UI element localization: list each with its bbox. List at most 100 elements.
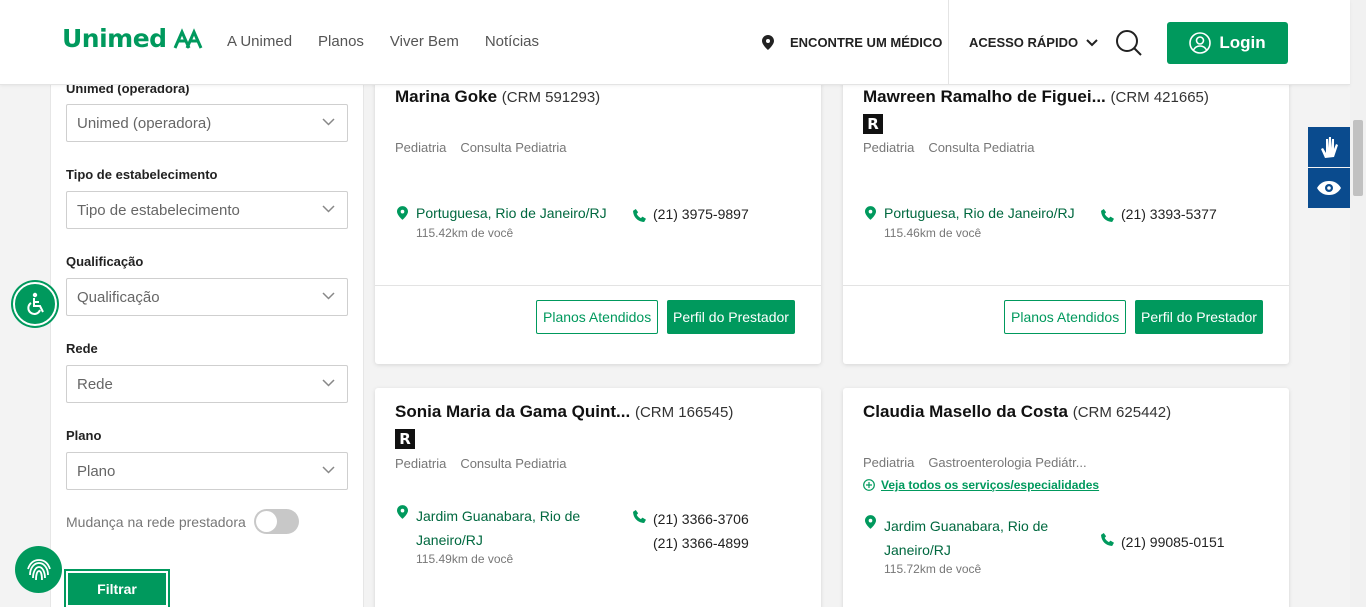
distance-text: 115.46km de você [884, 226, 982, 240]
qualificacao-label: Qualificação [66, 254, 144, 269]
provider-name-text: Marina Goke [395, 87, 498, 106]
phone-number[interactable]: (21) 3366-4899 [653, 531, 749, 555]
see-all-label: Veja todos os serviços/especialidades [881, 478, 1100, 492]
sign-language-button[interactable] [1308, 127, 1350, 167]
operadora-select[interactable]: Unimed (operadora) [66, 104, 348, 142]
chevron-down-icon [322, 379, 335, 387]
search-icon[interactable] [1115, 29, 1143, 62]
page-scrollbar[interactable] [1350, 0, 1366, 607]
provider-name[interactable]: Claudia Masello da Costa (CRM 625442) [863, 402, 1171, 422]
mudanca-rede-toggle[interactable] [253, 509, 299, 534]
filtrar-button[interactable]: Filtrar [64, 569, 170, 607]
quick-access-menu[interactable]: ACESSO RÁPIDO [969, 35, 1098, 50]
qualificacao-select[interactable]: Qualificação [66, 278, 348, 316]
plano-label: Plano [66, 428, 102, 443]
specialties: Pediatria Consulta Pediatria [863, 140, 1035, 155]
header-divider [948, 0, 949, 85]
specialty-item: Consulta Pediatria [460, 456, 567, 471]
rede-value: Rede [77, 376, 113, 393]
fingerprint-icon [26, 558, 51, 580]
chevron-down-icon [322, 205, 335, 213]
scrollbar-thumb[interactable] [1353, 120, 1363, 196]
mudanca-rede-row: Mudança na rede prestadora [66, 509, 299, 534]
provider-phone: (21) 3366-3706 (21) 3366-4899 [633, 507, 749, 555]
nav-viver-bem[interactable]: Viver Bem [390, 33, 459, 50]
specialties: Pediatria Consulta Pediatria [395, 140, 567, 155]
specialty-item: Pediatria [395, 140, 447, 155]
plano-select[interactable]: Plano [66, 452, 348, 490]
phone-icon [1101, 533, 1114, 546]
provider-address: Jardim Guanabara, Rio de Janeiro/RJ 115.… [865, 514, 1048, 576]
provider-name-text: Sonia Maria da Gama Quint... [395, 402, 631, 421]
find-doctor-link[interactable]: ENCONTRE UM MÉDICO [762, 35, 942, 50]
visual-accessibility-button[interactable] [1308, 168, 1350, 208]
provider-address: Portuguesa, Rio de Janeiro/RJ 115.42km d… [397, 205, 607, 240]
phone-number[interactable]: (21) 3393-5377 [1121, 206, 1217, 223]
provider-phone: (21) 99085-0151 [1101, 530, 1225, 554]
user-icon [1189, 32, 1212, 54]
phone-icon [633, 510, 646, 523]
rede-label: Rede [66, 341, 98, 356]
provider-name-text: Claudia Masello da Costa [863, 402, 1068, 421]
phone-icon [633, 209, 646, 222]
sign-language-icon [1321, 137, 1338, 158]
specialty-item: Pediatria [395, 456, 447, 471]
nav-noticias[interactable]: Notícias [485, 33, 539, 50]
specialty-item: Pediatria [863, 140, 915, 155]
see-all-services-link[interactable]: Veja todos os serviços/especialidades [863, 478, 1099, 492]
perfil-prestador-button[interactable]: Perfil do Prestador [667, 300, 795, 334]
provider-address: Jardim Guanabara, Rio de Janeiro/RJ 115.… [397, 504, 580, 566]
nav-a-unimed[interactable]: A Unimed [227, 33, 292, 50]
planos-atendidos-button[interactable]: Planos Atendidos [536, 300, 659, 334]
filter-sidebar: Unimed (operadora) Unimed (operadora) Ti… [50, 81, 364, 607]
specialty-item: Gastroenterologia Pediátr... [928, 455, 1087, 470]
location-pin-icon [397, 206, 408, 220]
provider-crm: (CRM 625442) [1072, 404, 1172, 421]
card-divider [843, 285, 1289, 286]
tipo-select[interactable]: Tipo de estabelecimento [66, 191, 348, 229]
perfil-prestador-button[interactable]: Perfil do Prestador [1135, 300, 1263, 334]
address-text: Janeiro/RJ [416, 532, 483, 548]
plano-value: Plano [77, 463, 116, 480]
r-badge-icon: R [395, 429, 415, 449]
card-divider [375, 285, 821, 286]
specialty-item: Consulta Pediatria [460, 140, 567, 155]
phone-number[interactable]: (21) 99085-0151 [1121, 530, 1225, 554]
address-text: Jardim Guanabara, Rio de [884, 518, 1049, 534]
chevron-down-icon [322, 118, 335, 126]
find-doctor-label: ENCONTRE UM MÉDICO [790, 35, 943, 50]
specialty-item: Pediatria [863, 455, 915, 470]
provider-card: Marina Goke (CRM 591293) Pediatria Consu… [375, 70, 821, 364]
unimed-tree-icon [173, 27, 202, 49]
location-pin-icon [865, 206, 876, 220]
login-label: Login [1219, 33, 1266, 52]
phone-number[interactable]: (21) 3366-3706 [653, 507, 749, 531]
provider-name[interactable]: Sonia Maria da Gama Quint... (CRM 166545… [395, 402, 733, 422]
provider-crm: (CRM 166545) [634, 404, 734, 421]
location-pin-icon [762, 35, 774, 50]
unimed-logo[interactable]: Unimed [62, 24, 203, 53]
provider-address: Portuguesa, Rio de Janeiro/RJ 115.46km d… [865, 205, 1075, 240]
accessibility-wheelchair-button[interactable] [13, 282, 57, 326]
provider-card: Claudia Masello da Costa (CRM 625442) Pe… [843, 388, 1289, 607]
brand-name: Unimed [62, 24, 167, 53]
nav-planos[interactable]: Planos [318, 33, 364, 50]
specialties: Pediatria Gastroenterologia Pediátr... [863, 455, 1087, 470]
provider-crm: (CRM 591293) [501, 89, 601, 106]
specialty-item: Consulta Pediatria [928, 140, 1035, 155]
planos-atendidos-button[interactable]: Planos Atendidos [1004, 300, 1127, 334]
mudanca-rede-label: Mudança na rede prestadora [66, 513, 246, 530]
provider-name[interactable]: Marina Goke (CRM 591293) [395, 87, 600, 107]
site-header: Unimed A Unimed Planos Viver Bem Notícia… [0, 0, 1350, 85]
login-button[interactable]: Login [1167, 22, 1288, 64]
provider-name[interactable]: Mawreen Ramalho de Figuei... (CRM 421665… [863, 87, 1209, 107]
distance-text: 115.72km de você [884, 562, 982, 576]
provider-name-text: Mawreen Ramalho de Figuei... [863, 87, 1106, 106]
rede-select[interactable]: Rede [66, 365, 348, 403]
phone-number[interactable]: (21) 3975-9897 [653, 206, 749, 223]
address-text: Portuguesa, Rio de Janeiro/RJ [884, 205, 1075, 221]
provider-card: Sonia Maria da Gama Quint... (CRM 166545… [375, 388, 821, 607]
r-badge-icon: R [863, 114, 883, 134]
address-text: Jardim Guanabara, Rio de [416, 508, 581, 524]
fingerprint-button[interactable] [15, 546, 62, 593]
